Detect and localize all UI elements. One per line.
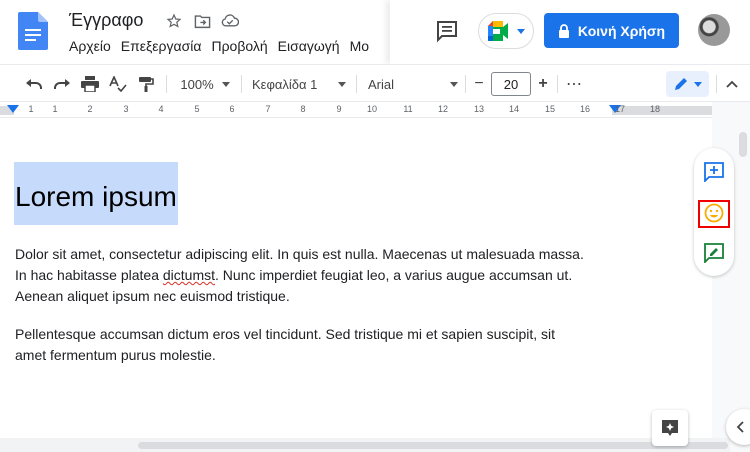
ruler-mark: 5 bbox=[194, 104, 200, 114]
add-comment-icon[interactable] bbox=[702, 160, 726, 184]
toolbar-divider bbox=[557, 75, 558, 93]
chevron-down-icon bbox=[221, 81, 230, 87]
ruler-mark: 15 bbox=[545, 104, 556, 114]
ruler-mark: 10 bbox=[367, 104, 378, 114]
document-heading[interactable]: Lorem ipsum bbox=[14, 162, 178, 225]
toolbar: 100% Κεφαλίδα 1 Arial − 20 + ⋯ bbox=[0, 64, 750, 102]
menu-format[interactable]: Μο bbox=[350, 38, 369, 54]
toolbar-divider bbox=[356, 75, 357, 93]
left-indent-marker[interactable] bbox=[7, 105, 19, 113]
ruler-mark: 18 bbox=[650, 104, 661, 114]
decrease-font-size-button[interactable]: − bbox=[469, 71, 489, 97]
chevron-left-icon bbox=[736, 421, 744, 433]
document-page[interactable]: Lorem ipsum Dolor sit amet, consectetur … bbox=[0, 118, 712, 438]
spellcheck-icon[interactable] bbox=[106, 71, 130, 97]
ruler-mark: 1 bbox=[52, 104, 58, 114]
ruler[interactable]: 1 1 2 3 4 5 6 7 8 9 10 11 12 13 14 15 16… bbox=[0, 102, 712, 118]
pencil-icon bbox=[674, 78, 687, 90]
avatar[interactable] bbox=[698, 14, 730, 46]
ruler-mark: 14 bbox=[509, 104, 520, 114]
ruler-mark: 16 bbox=[580, 104, 591, 114]
toolbar-divider bbox=[241, 75, 242, 93]
cloud-saved-icon[interactable] bbox=[219, 10, 241, 32]
ruler-mark: 2 bbox=[87, 104, 93, 114]
meet-dropdown-icon bbox=[517, 29, 525, 34]
print-icon[interactable] bbox=[78, 71, 102, 97]
ruler-mark: 8 bbox=[300, 104, 306, 114]
toolbar-divider bbox=[465, 75, 466, 93]
menu-insert[interactable]: Εισαγωγή bbox=[278, 38, 340, 54]
paragraph-line: amet fermentum purus molestie. bbox=[15, 347, 216, 363]
undo-icon[interactable] bbox=[22, 71, 46, 97]
redo-icon[interactable] bbox=[50, 71, 74, 97]
font-size-input[interactable]: 20 bbox=[491, 72, 531, 96]
paragraph-2[interactable]: Pellentesque accumsan dictum eros vel ti… bbox=[15, 324, 625, 366]
ruler-mark: 12 bbox=[438, 104, 449, 114]
ruler-mark: 13 bbox=[474, 104, 485, 114]
zoom-value: 100% bbox=[180, 76, 214, 92]
paragraph-line: Pellentesque accumsan dictum eros vel ti… bbox=[15, 326, 556, 342]
paragraph-style-value: Κεφαλίδα 1 bbox=[252, 76, 318, 92]
chevron-down-icon bbox=[450, 81, 458, 87]
ruler-mark: 17 bbox=[615, 104, 626, 114]
document-title[interactable]: Έγγραφο bbox=[69, 10, 143, 31]
docs-logo-icon[interactable] bbox=[18, 12, 48, 50]
explore-icon bbox=[662, 420, 678, 436]
ruler-mark: 4 bbox=[158, 104, 164, 114]
ruler-mark: 3 bbox=[123, 104, 129, 114]
highlight-box bbox=[698, 200, 730, 228]
menu-file[interactable]: Αρχείο bbox=[69, 38, 111, 54]
menu-edit[interactable]: Επεξεργασία bbox=[121, 38, 202, 54]
ruler-mark: 7 bbox=[265, 104, 271, 114]
ruler-mark: 9 bbox=[336, 104, 342, 114]
vertical-scroll-thumb[interactable] bbox=[739, 132, 747, 157]
meet-button[interactable] bbox=[478, 13, 534, 49]
paragraph-line: Aenean aliquet ipsum nec euismod tristiq… bbox=[15, 288, 290, 304]
toolbar-divider bbox=[716, 75, 717, 93]
move-folder-icon[interactable] bbox=[191, 10, 213, 32]
share-label: Κοινή Χρήση bbox=[577, 22, 666, 39]
menu-bar: Αρχείο Επεξεργασία Προβολή Εισαγωγή Μο bbox=[69, 38, 379, 54]
paragraph-line: Dolor sit amet, consectetur adipiscing e… bbox=[15, 246, 584, 262]
docs-app: Έγγραφο Αρχείο Επεξεργασία Προβολή Εισαγ… bbox=[0, 0, 750, 452]
more-icon[interactable]: ⋯ bbox=[563, 71, 585, 97]
ruler-margin-right bbox=[612, 106, 712, 115]
hide-menus-icon[interactable] bbox=[722, 71, 742, 97]
chevron-down-icon bbox=[338, 81, 346, 87]
comment-history-icon[interactable] bbox=[435, 19, 459, 43]
zoom-select[interactable]: 100% bbox=[176, 71, 234, 97]
font-value: Arial bbox=[368, 76, 395, 92]
ruler-mark: 6 bbox=[229, 104, 235, 114]
text-run: In hac habitasse platea bbox=[15, 267, 163, 283]
increase-font-size-button[interactable]: + bbox=[533, 71, 553, 97]
chevron-down-icon bbox=[693, 81, 702, 87]
share-button[interactable]: Κοινή Χρήση bbox=[544, 13, 679, 48]
editing-mode-button[interactable] bbox=[666, 71, 709, 97]
paragraph-style-select[interactable]: Κεφαλίδα 1 bbox=[252, 71, 346, 97]
menu-view[interactable]: Προβολή bbox=[211, 38, 267, 54]
text-run: . Nunc imperdiet feugiat leo, a varius a… bbox=[215, 267, 573, 283]
lock-icon bbox=[558, 23, 569, 38]
spelling-error[interactable]: dictumst bbox=[163, 267, 215, 283]
font-select[interactable]: Arial bbox=[368, 71, 458, 97]
toolbar-divider bbox=[166, 75, 167, 93]
paint-format-icon[interactable] bbox=[134, 71, 158, 97]
paragraph-line: In hac habitasse platea dictumst. Nunc i… bbox=[15, 265, 625, 286]
suggest-edits-icon[interactable] bbox=[702, 241, 726, 265]
star-icon[interactable] bbox=[163, 10, 185, 32]
horizontal-scroll-thumb[interactable] bbox=[138, 442, 728, 449]
meet-icon bbox=[488, 21, 508, 41]
ruler-mark: 11 bbox=[403, 104, 413, 114]
explore-button[interactable] bbox=[652, 410, 688, 446]
paragraph-1[interactable]: Dolor sit amet, consectetur adipiscing e… bbox=[15, 244, 625, 307]
ruler-mark: 1 bbox=[28, 104, 34, 114]
